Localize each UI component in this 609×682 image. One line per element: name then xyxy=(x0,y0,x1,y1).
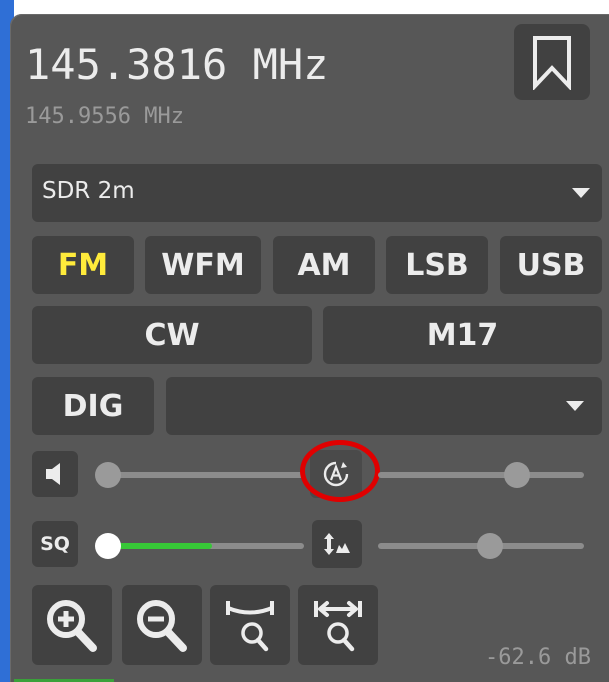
mode-usb-button[interactable]: USB xyxy=(500,236,602,294)
zoom-fit-button[interactable] xyxy=(298,585,378,665)
zoom-out-button[interactable] xyxy=(122,585,202,665)
volume-slider[interactable] xyxy=(92,460,304,490)
bookmark-button[interactable] xyxy=(514,24,590,100)
auto-value-slider[interactable] xyxy=(378,460,584,490)
digital-mode-select[interactable] xyxy=(166,377,602,435)
zoom-fit-icon xyxy=(314,601,362,652)
chevron-down-icon xyxy=(572,188,590,198)
squelch-thumb[interactable] xyxy=(95,533,121,559)
profile-select-value: SDR 2m xyxy=(42,178,135,204)
zoom-out-icon xyxy=(137,600,187,652)
squelch-button[interactable]: SQ xyxy=(32,521,78,567)
signal-level-readout: -62.6 dB xyxy=(485,645,591,670)
gain-adjust-button[interactable] xyxy=(312,520,362,568)
mute-button[interactable] xyxy=(32,451,78,497)
zoom-band-icon xyxy=(226,601,274,652)
auto-value-thumb[interactable] xyxy=(504,462,530,488)
volume-track xyxy=(100,472,304,478)
bookmark-icon xyxy=(533,36,571,90)
zoom-in-button[interactable] xyxy=(32,585,112,665)
zoom-in-icon xyxy=(47,600,97,652)
auto-value-track xyxy=(378,472,584,478)
mode-cw-button[interactable]: CW xyxy=(32,306,312,364)
profile-select[interactable]: SDR 2m xyxy=(32,164,602,222)
mode-fm-button[interactable]: FM xyxy=(32,236,134,294)
chevron-down-icon xyxy=(566,401,584,411)
volume-thumb[interactable] xyxy=(95,462,121,488)
squelch-slider[interactable] xyxy=(92,531,304,561)
mode-m17-button[interactable]: M17 xyxy=(323,306,602,364)
zoom-band-button[interactable] xyxy=(210,585,290,665)
speaker-icon xyxy=(46,463,60,485)
mode-wfm-button[interactable]: WFM xyxy=(145,236,261,294)
mode-am-button[interactable]: AM xyxy=(273,236,375,294)
squelch-track xyxy=(100,543,304,549)
mode-lsb-button[interactable]: LSB xyxy=(386,236,488,294)
highlight-circle xyxy=(300,440,380,502)
gain-thumb[interactable] xyxy=(477,533,503,559)
frequency-display[interactable]: 145.3816 MHz xyxy=(25,40,328,89)
secondary-frequency: 145.9556 MHz xyxy=(25,104,184,129)
mode-dig-button[interactable]: DIG xyxy=(32,377,154,435)
gain-slider[interactable] xyxy=(378,531,584,561)
squelch-label: SQ xyxy=(40,533,70,555)
gain-adjust-icon xyxy=(324,533,350,555)
